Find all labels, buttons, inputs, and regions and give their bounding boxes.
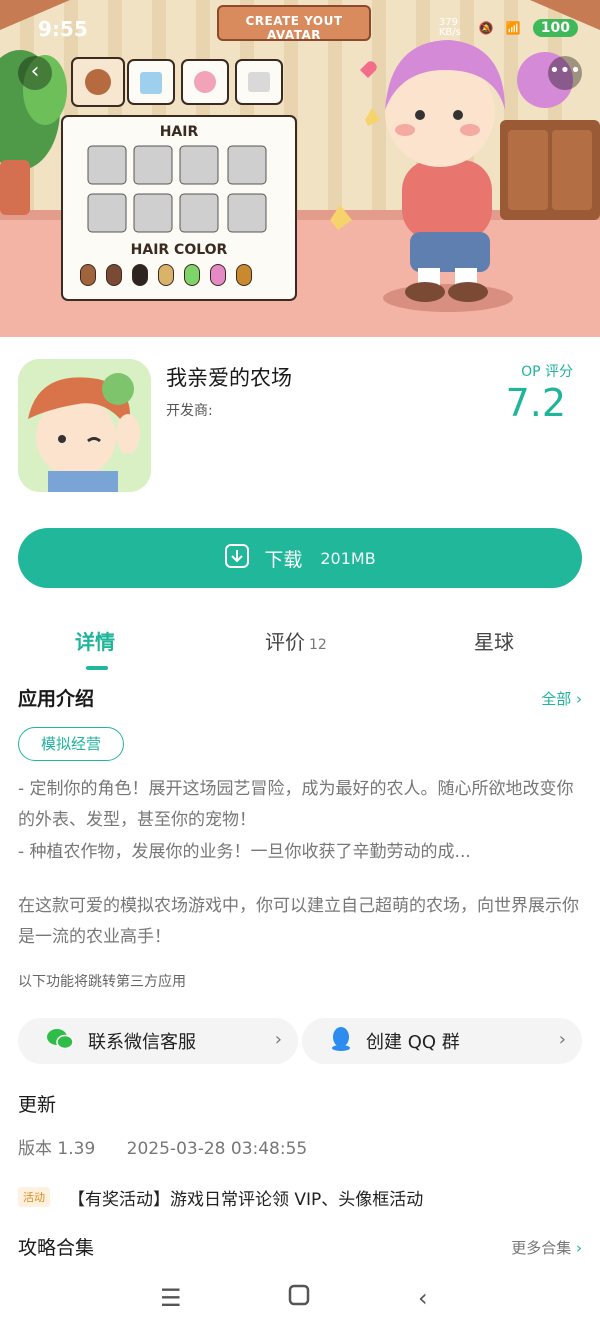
chevron-right-icon: › bbox=[576, 690, 582, 708]
op-score-label: OP 评分 bbox=[521, 364, 573, 380]
back-nav-icon[interactable]: ‹ bbox=[418, 1284, 428, 1312]
category-tag[interactable]: 模拟经营 bbox=[18, 727, 125, 761]
download-label: 下载 bbox=[264, 548, 303, 571]
menu-icon[interactable]: ☰ bbox=[160, 1284, 182, 1312]
activity-badge: 活动 bbox=[18, 1187, 50, 1207]
review-count: 12 bbox=[309, 637, 327, 653]
download-icon bbox=[224, 543, 250, 574]
mute-icon: 🔕 bbox=[478, 21, 494, 35]
hair-color-title: HAIR COLOR bbox=[130, 242, 228, 258]
version-label: 版本 1.39 bbox=[18, 1139, 96, 1159]
download-button[interactable]: 下载 201MB bbox=[18, 528, 582, 588]
chevron-right-icon: › bbox=[576, 1239, 582, 1257]
hair-color-swatch[interactable] bbox=[80, 264, 96, 286]
app-name: 我亲爱的农场 bbox=[166, 366, 292, 390]
hair-color-swatch[interactable] bbox=[210, 264, 226, 286]
hair-color-swatch[interactable] bbox=[158, 264, 174, 286]
activity-link[interactable]: 【有奖活动】游戏日常评论领 VIP、头像框活动 bbox=[68, 1185, 423, 1210]
app-icon bbox=[18, 359, 151, 492]
guides-title: 攻略合集 bbox=[18, 1237, 95, 1259]
more-options-button[interactable]: ••• bbox=[548, 56, 582, 90]
update-title: 更新 bbox=[18, 1094, 57, 1116]
intro-line-2: - 种植农作物，发展你的业务！一旦你收获了辛勤劳动的成... bbox=[18, 842, 471, 862]
intro-line-1: - 定制你的角色！展开这场园艺冒险，成为最好的农人。随心所欲地改变你的外表、发型… bbox=[18, 779, 574, 830]
chevron-right-icon: › bbox=[274, 1029, 282, 1050]
screenshot-banner[interactable]: CREATE YOUT AVATAR HAIR HAIR COLOR 9:55 … bbox=[0, 0, 600, 337]
game-artwork bbox=[0, 0, 600, 337]
qq-group-label: 创建 QQ 群 bbox=[366, 1032, 460, 1053]
hair-color-swatch[interactable] bbox=[184, 264, 200, 286]
wifi-icon: 📶 bbox=[505, 21, 521, 35]
net-speed: 379 KB/s bbox=[438, 17, 461, 38]
chevron-right-icon: › bbox=[558, 1029, 566, 1050]
wechat-icon bbox=[46, 1027, 74, 1056]
intro-all-link[interactable]: 全部 › bbox=[541, 688, 582, 709]
wechat-service-button[interactable]: 联系微信客服 › bbox=[18, 1018, 298, 1064]
back-button[interactable]: ‹ bbox=[18, 56, 52, 90]
update-date: 2025-03-28 03:48:55 bbox=[126, 1139, 308, 1159]
developer-label: 开发商: bbox=[166, 403, 213, 419]
tab-details[interactable]: 详情 bbox=[75, 626, 115, 655]
qq-icon bbox=[330, 1026, 352, 1057]
tab-reviews[interactable]: 评价 12 bbox=[265, 626, 327, 655]
battery-indicator: 100 bbox=[532, 19, 578, 37]
home-icon[interactable] bbox=[288, 1284, 310, 1312]
intro-paragraph-2: 在这款可爱的模拟农场游戏中，你可以建立自己超萌的农场，向世界展示你是一流的农业高… bbox=[18, 896, 579, 947]
hair-color-swatch[interactable] bbox=[106, 264, 122, 286]
tab-planet[interactable]: 星球 bbox=[474, 626, 514, 655]
download-size: 201MB bbox=[320, 548, 376, 568]
hair-title: HAIR bbox=[159, 124, 199, 140]
active-tab-indicator bbox=[86, 666, 108, 670]
hair-color-swatch[interactable] bbox=[236, 264, 252, 286]
op-score-value: 7.2 bbox=[505, 381, 566, 425]
third-party-note: 以下功能将跳转第三方应用 bbox=[18, 974, 186, 990]
update-info: 版本 1.39 2025-03-28 03:48:55 bbox=[18, 1134, 307, 1159]
hair-color-swatch[interactable] bbox=[132, 264, 148, 286]
intro-title: 应用介绍 bbox=[18, 688, 95, 710]
status-bar: 9:55 379 KB/s 🔕 📶 100 bbox=[0, 14, 600, 44]
status-time: 9:55 bbox=[38, 17, 88, 41]
hair-color-swatches bbox=[80, 264, 280, 286]
wechat-service-label: 联系微信客服 bbox=[88, 1032, 196, 1053]
qq-group-button[interactable]: 创建 QQ 群 › bbox=[302, 1018, 582, 1064]
system-nav-bar: ☰ ‹ bbox=[0, 1270, 600, 1333]
more-guides-link[interactable]: 更多合集 › bbox=[511, 1237, 582, 1258]
